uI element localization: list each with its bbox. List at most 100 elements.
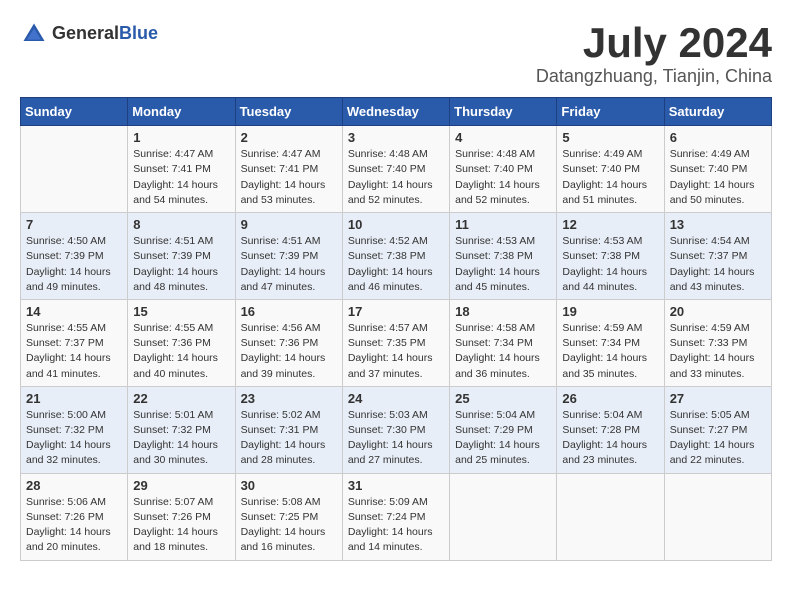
day-info: Sunrise: 5:05 AMSunset: 7:27 PMDaylight:…: [670, 408, 766, 469]
day-info: Sunrise: 4:53 AMSunset: 7:38 PMDaylight:…: [455, 234, 551, 295]
calendar-cell: 6 Sunrise: 4:49 AMSunset: 7:40 PMDaylight…: [664, 126, 771, 213]
day-number: 20: [670, 304, 766, 319]
calendar-cell: 12Sunrise: 4:53 AMSunset: 7:38 PMDayligh…: [557, 213, 664, 300]
day-number: 3: [348, 130, 444, 145]
logo-blue: Blue: [119, 23, 158, 43]
day-info: Sunrise: 5:00 AMSunset: 7:32 PMDaylight:…: [26, 408, 122, 469]
day-number: 4: [455, 130, 551, 145]
day-number: 9: [241, 217, 337, 232]
day-number: 6: [670, 130, 766, 145]
day-number: 16: [241, 304, 337, 319]
logo: GeneralBlue: [20, 20, 158, 48]
weekday-header: Monday: [128, 98, 235, 126]
weekday-header: Wednesday: [342, 98, 449, 126]
day-number: 22: [133, 391, 229, 406]
calendar-cell: 29 Sunrise: 5:07 AMSunset: 7:26 PMDayligh…: [128, 473, 235, 560]
month-title: July 2024: [536, 20, 772, 66]
day-number: 27: [670, 391, 766, 406]
day-info: Sunrise: 4:55 AMSunset: 7:37 PMDaylight:…: [26, 321, 122, 382]
day-info: Sunrise: 4:47 AMSunset: 7:41 PMDaylight:…: [241, 147, 337, 208]
day-info: Sunrise: 5:03 AMSunset: 7:30 PMDaylight:…: [348, 408, 444, 469]
day-info: Sunrise: 4:47 AMSunset: 7:41 PMDaylight:…: [133, 147, 229, 208]
calendar-cell: 26 Sunrise: 5:04 AMSunset: 7:28 PMDayligh…: [557, 386, 664, 473]
day-number: 7: [26, 217, 122, 232]
day-info: Sunrise: 4:49 AMSunset: 7:40 PMDaylight:…: [670, 147, 766, 208]
day-info: Sunrise: 5:09 AMSunset: 7:24 PMDaylight:…: [348, 495, 444, 556]
day-info: Sunrise: 4:55 AMSunset: 7:36 PMDaylight:…: [133, 321, 229, 382]
calendar-week-row: 1Sunrise: 4:47 AMSunset: 7:41 PMDaylight…: [21, 126, 772, 213]
calendar-cell: 17Sunrise: 4:57 AMSunset: 7:35 PMDayligh…: [342, 299, 449, 386]
day-info: Sunrise: 4:50 AMSunset: 7:39 PMDaylight:…: [26, 234, 122, 295]
calendar-cell: 27 Sunrise: 5:05 AMSunset: 7:27 PMDayligh…: [664, 386, 771, 473]
day-number: 25: [455, 391, 551, 406]
day-number: 21: [26, 391, 122, 406]
day-info: Sunrise: 4:58 AMSunset: 7:34 PMDaylight:…: [455, 321, 551, 382]
day-number: 28: [26, 478, 122, 493]
day-info: Sunrise: 4:48 AMSunset: 7:40 PMDaylight:…: [348, 147, 444, 208]
day-info: Sunrise: 5:04 AMSunset: 7:29 PMDaylight:…: [455, 408, 551, 469]
day-info: Sunrise: 5:07 AMSunset: 7:26 PMDaylight:…: [133, 495, 229, 556]
day-info: Sunrise: 4:56 AMSunset: 7:36 PMDaylight:…: [241, 321, 337, 382]
calendar-cell: 18 Sunrise: 4:58 AMSunset: 7:34 PMDayligh…: [450, 299, 557, 386]
calendar-cell: [21, 126, 128, 213]
day-info: Sunrise: 4:54 AMSunset: 7:37 PMDaylight:…: [670, 234, 766, 295]
day-number: 30: [241, 478, 337, 493]
calendar-cell: 19 Sunrise: 4:59 AMSunset: 7:34 PMDayligh…: [557, 299, 664, 386]
day-info: Sunrise: 4:57 AMSunset: 7:35 PMDaylight:…: [348, 321, 444, 382]
calendar-cell: 28 Sunrise: 5:06 AMSunset: 7:26 PMDayligh…: [21, 473, 128, 560]
calendar-week-row: 28 Sunrise: 5:06 AMSunset: 7:26 PMDayligh…: [21, 473, 772, 560]
calendar-cell: 13 Sunrise: 4:54 AMSunset: 7:37 PMDayligh…: [664, 213, 771, 300]
calendar-cell: 4Sunrise: 4:48 AMSunset: 7:40 PMDaylight…: [450, 126, 557, 213]
calendar-cell: 20Sunrise: 4:59 AMSunset: 7:33 PMDayligh…: [664, 299, 771, 386]
day-info: Sunrise: 4:53 AMSunset: 7:38 PMDaylight:…: [562, 234, 658, 295]
calendar-cell: 2 Sunrise: 4:47 AMSunset: 7:41 PMDaylight…: [235, 126, 342, 213]
day-info: Sunrise: 5:04 AMSunset: 7:28 PMDaylight:…: [562, 408, 658, 469]
weekday-header: Thursday: [450, 98, 557, 126]
day-number: 14: [26, 304, 122, 319]
calendar-cell: 1Sunrise: 4:47 AMSunset: 7:41 PMDaylight…: [128, 126, 235, 213]
calendar-cell: 30 Sunrise: 5:08 AMSunset: 7:25 PMDayligh…: [235, 473, 342, 560]
calendar-cell: 22Sunrise: 5:01 AMSunset: 7:32 PMDayligh…: [128, 386, 235, 473]
calendar-cell: 9 Sunrise: 4:51 AMSunset: 7:39 PMDaylight…: [235, 213, 342, 300]
day-info: Sunrise: 4:59 AMSunset: 7:34 PMDaylight:…: [562, 321, 658, 382]
day-number: 2: [241, 130, 337, 145]
weekday-header: Tuesday: [235, 98, 342, 126]
day-info: Sunrise: 4:49 AMSunset: 7:40 PMDaylight:…: [562, 147, 658, 208]
day-number: 10: [348, 217, 444, 232]
day-info: Sunrise: 5:06 AMSunset: 7:26 PMDaylight:…: [26, 495, 122, 556]
logo-icon: [20, 20, 48, 48]
title-area: July 2024 Datangzhuang, Tianjin, China: [536, 20, 772, 87]
calendar-week-row: 7 Sunrise: 4:50 AMSunset: 7:39 PMDaylight…: [21, 213, 772, 300]
weekday-header: Sunday: [21, 98, 128, 126]
calendar-table: SundayMondayTuesdayWednesdayThursdayFrid…: [20, 97, 772, 560]
day-number: 19: [562, 304, 658, 319]
calendar-cell: 3 Sunrise: 4:48 AMSunset: 7:40 PMDaylight…: [342, 126, 449, 213]
day-number: 24: [348, 391, 444, 406]
day-number: 15: [133, 304, 229, 319]
weekday-header: Saturday: [664, 98, 771, 126]
calendar-cell: 5 Sunrise: 4:49 AMSunset: 7:40 PMDaylight…: [557, 126, 664, 213]
calendar-cell: 21 Sunrise: 5:00 AMSunset: 7:32 PMDayligh…: [21, 386, 128, 473]
calendar-cell: [664, 473, 771, 560]
calendar-cell: 23 Sunrise: 5:02 AMSunset: 7:31 PMDayligh…: [235, 386, 342, 473]
day-number: 18: [455, 304, 551, 319]
day-number: 13: [670, 217, 766, 232]
calendar-cell: 16 Sunrise: 4:56 AMSunset: 7:36 PMDayligh…: [235, 299, 342, 386]
calendar-cell: 14 Sunrise: 4:55 AMSunset: 7:37 PMDayligh…: [21, 299, 128, 386]
header: GeneralBlue July 2024 Datangzhuang, Tian…: [20, 20, 772, 87]
day-number: 26: [562, 391, 658, 406]
calendar-cell: 10Sunrise: 4:52 AMSunset: 7:38 PMDayligh…: [342, 213, 449, 300]
calendar-week-row: 21 Sunrise: 5:00 AMSunset: 7:32 PMDayligh…: [21, 386, 772, 473]
calendar-cell: 31 Sunrise: 5:09 AMSunset: 7:24 PMDayligh…: [342, 473, 449, 560]
day-info: Sunrise: 5:02 AMSunset: 7:31 PMDaylight:…: [241, 408, 337, 469]
calendar-cell: [557, 473, 664, 560]
day-info: Sunrise: 5:08 AMSunset: 7:25 PMDaylight:…: [241, 495, 337, 556]
day-number: 5: [562, 130, 658, 145]
day-number: 23: [241, 391, 337, 406]
calendar-cell: 24 Sunrise: 5:03 AMSunset: 7:30 PMDayligh…: [342, 386, 449, 473]
day-number: 31: [348, 478, 444, 493]
day-info: Sunrise: 4:51 AMSunset: 7:39 PMDaylight:…: [241, 234, 337, 295]
day-number: 29: [133, 478, 229, 493]
calendar-body: 1Sunrise: 4:47 AMSunset: 7:41 PMDaylight…: [21, 126, 772, 560]
day-number: 11: [455, 217, 551, 232]
